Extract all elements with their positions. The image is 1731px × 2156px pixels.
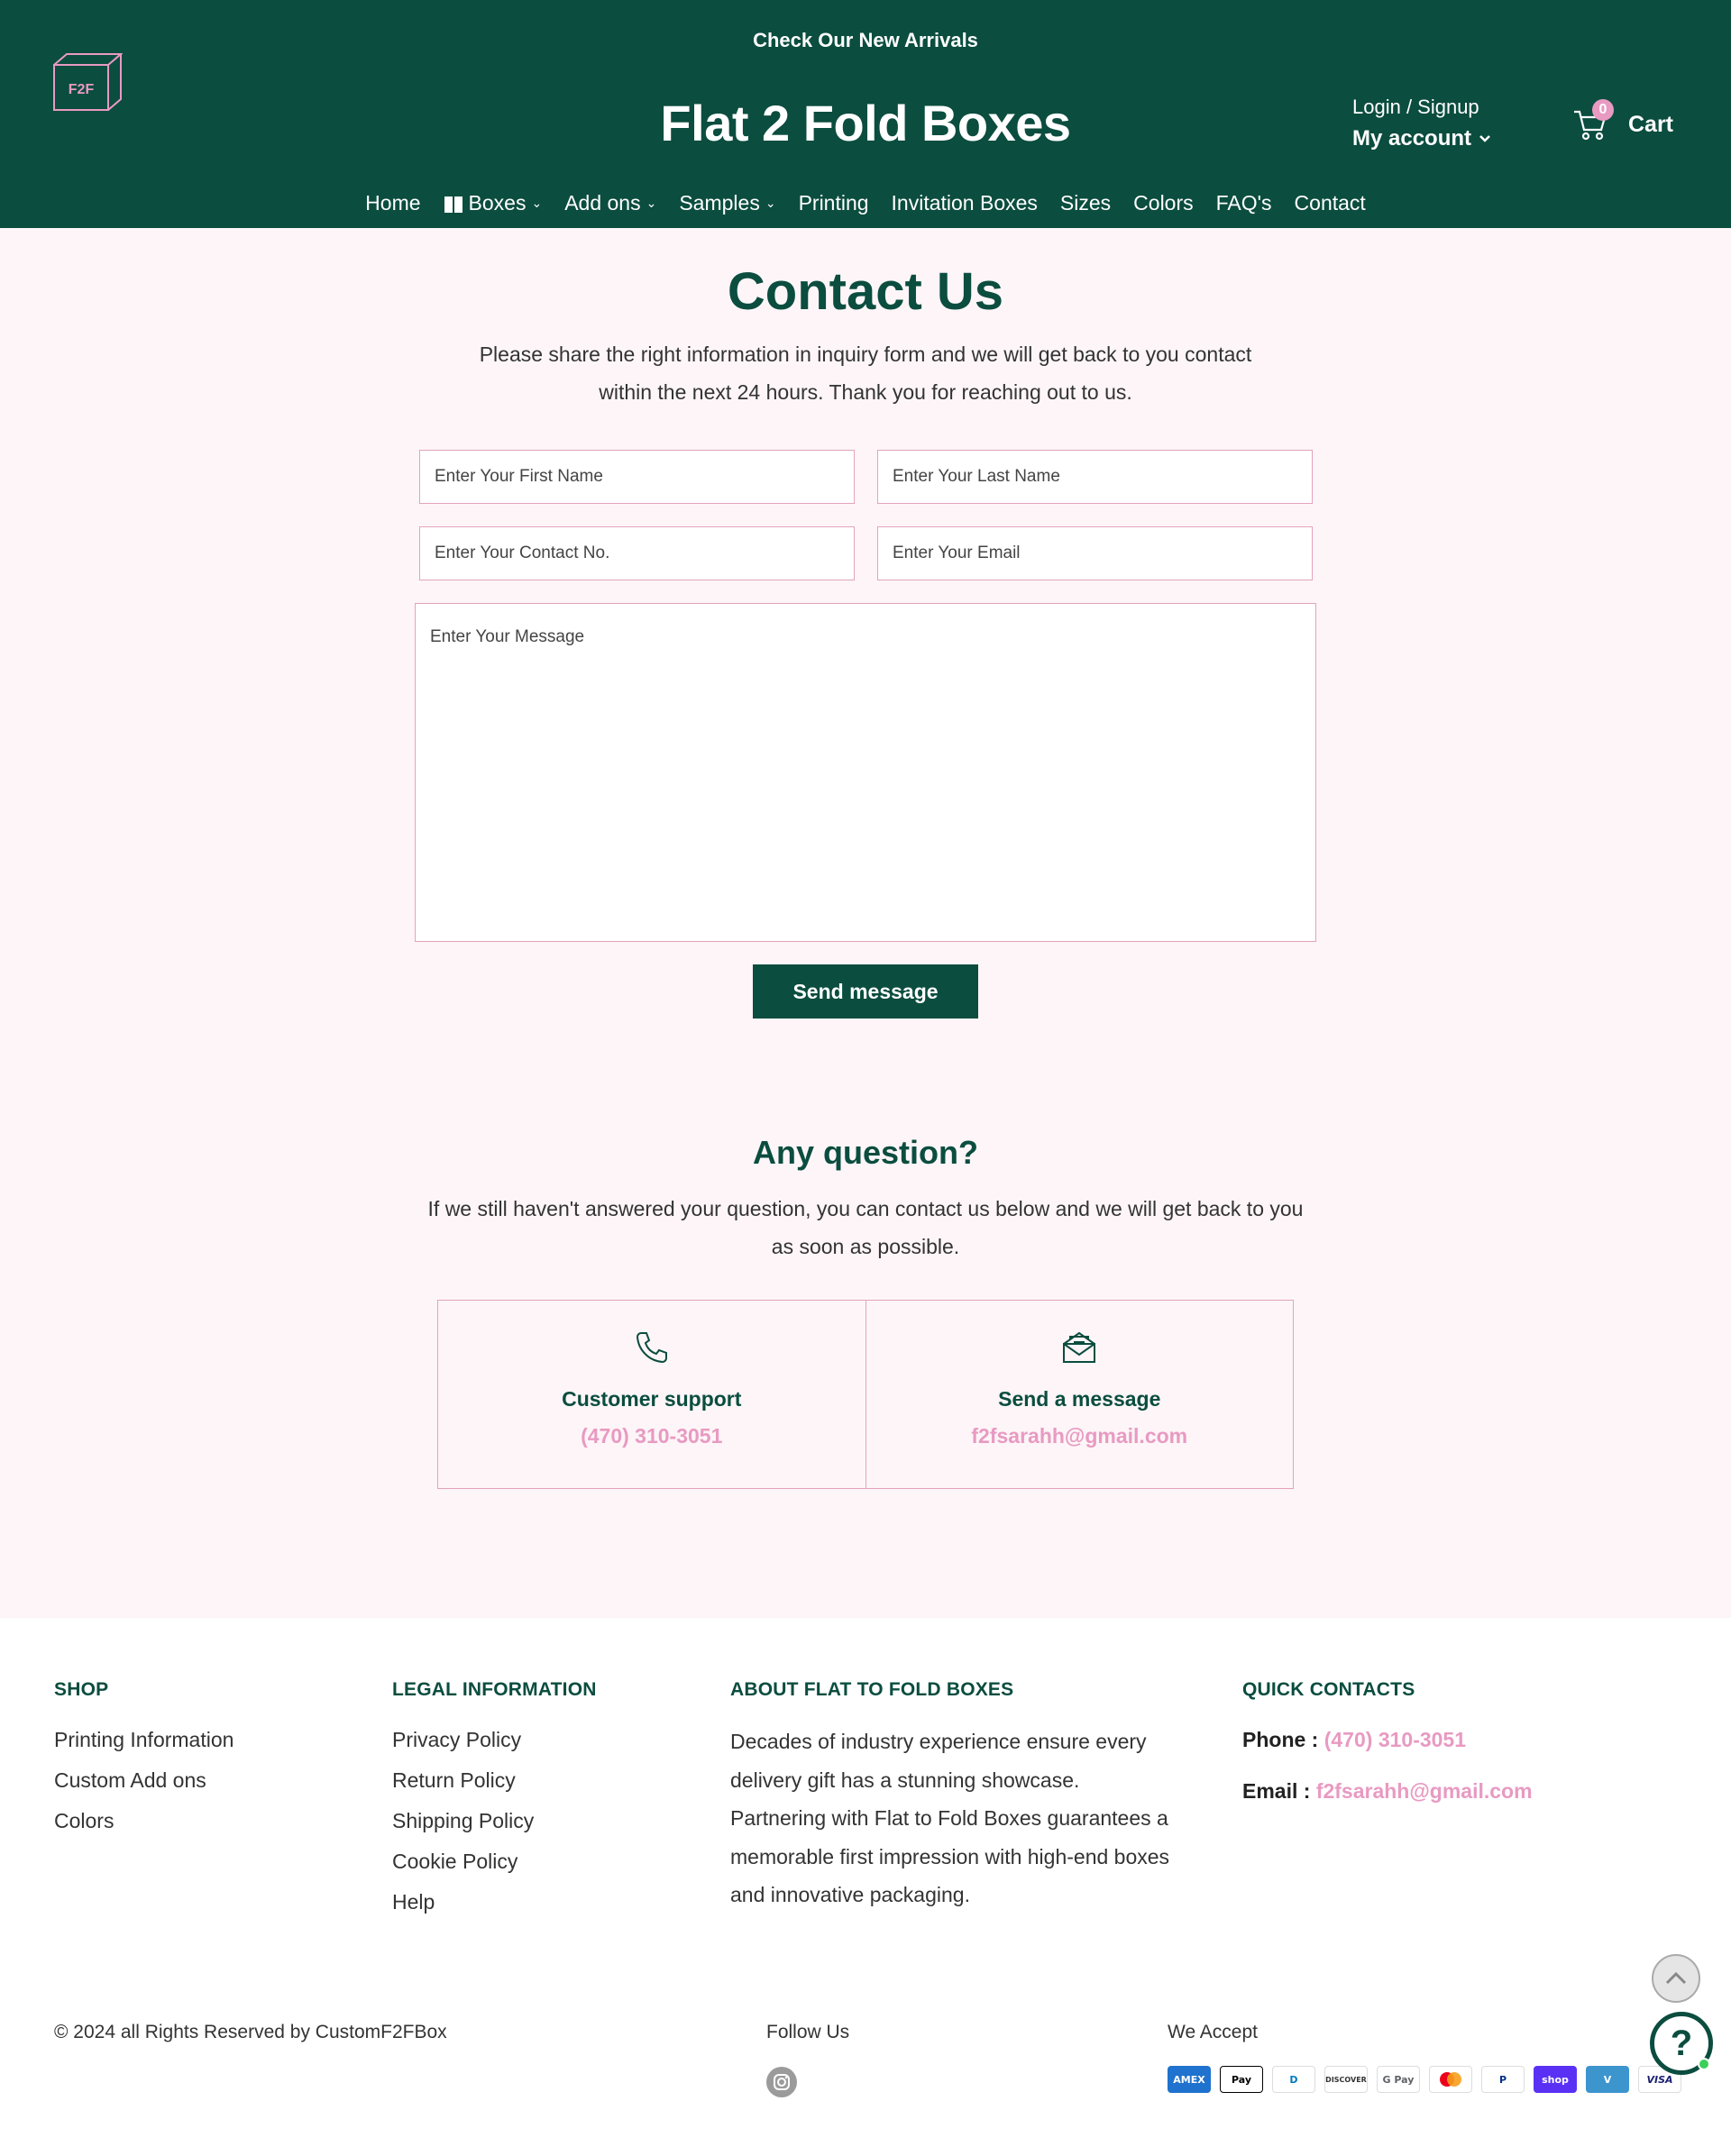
nav-home[interactable]: Home bbox=[354, 191, 432, 215]
envelope-open-icon bbox=[1063, 1331, 1096, 1363]
chevron-down-icon: ⌄ bbox=[531, 196, 543, 210]
site-header: Check Our New Arrivals F2F Flat 2 Fold B… bbox=[0, 0, 1731, 228]
contact-intro: Please share the right information in in… bbox=[479, 343, 1252, 404]
footer-link-help[interactable]: Help bbox=[392, 1890, 597, 1914]
nav-contact[interactable]: Contact bbox=[1283, 191, 1377, 215]
contact-number-field[interactable]: Enter Your Contact No. bbox=[419, 526, 855, 580]
send-message-box: Send a message f2fsarahh@gmail.com bbox=[865, 1301, 1294, 1488]
my-account-dropdown[interactable]: My account bbox=[1352, 126, 1491, 151]
last-name-field[interactable]: Enter Your Last Name bbox=[877, 450, 1313, 504]
mastercard-icon bbox=[1429, 2066, 1472, 2093]
email-field[interactable]: Enter Your Email bbox=[877, 526, 1313, 580]
footer-phone-link[interactable]: (470) 310-3051 bbox=[1324, 1728, 1466, 1751]
follow-us-label: Follow Us bbox=[766, 2022, 850, 2042]
nav-faqs[interactable]: FAQ's bbox=[1204, 191, 1283, 215]
nav-colors[interactable]: Colors bbox=[1122, 191, 1204, 215]
nav-samples[interactable]: Samples ⌄ bbox=[668, 191, 787, 215]
customer-support-box: Customer support (470) 310-3051 bbox=[438, 1301, 866, 1488]
nav-invitation-boxes[interactable]: Invitation Boxes bbox=[880, 191, 1049, 215]
contact-boxes: Customer support (470) 310-3051 Send a m… bbox=[437, 1300, 1294, 1489]
footer-link-return-policy[interactable]: Return Policy bbox=[392, 1768, 597, 1793]
first-name-field[interactable]: Enter Your First Name bbox=[419, 450, 855, 504]
phone-icon bbox=[636, 1332, 667, 1364]
discover-icon: DISCOVER bbox=[1324, 2066, 1368, 2093]
send-message-button[interactable]: Send message bbox=[753, 964, 978, 1019]
cart-label: Cart bbox=[1628, 111, 1674, 137]
gift-box-icon bbox=[444, 196, 463, 213]
any-question-text: If we still haven't answered your questi… bbox=[427, 1197, 1304, 1258]
copyright-text: © 2024 all Rights Reserved by CustomF2FB… bbox=[54, 2022, 447, 2042]
diners-club-icon: D bbox=[1272, 2066, 1315, 2093]
chevron-up-icon bbox=[1665, 1971, 1687, 1985]
footer-email-link[interactable]: f2fsarahh@gmail.com bbox=[1316, 1779, 1533, 1803]
footer-about-text: Decades of industry experience ensure ev… bbox=[730, 1730, 1170, 1906]
venmo-icon: V bbox=[1586, 2066, 1629, 2093]
footer-link-colors[interactable]: Colors bbox=[54, 1809, 234, 1833]
nav-sizes[interactable]: Sizes bbox=[1049, 191, 1122, 215]
footer-shop-heading: SHOP bbox=[54, 1679, 109, 1700]
main-nav: Home Boxes ⌄ Add ons ⌄ Samples ⌄ Printin… bbox=[0, 191, 1731, 215]
footer-link-cookie-policy[interactable]: Cookie Policy bbox=[392, 1850, 597, 1874]
instagram-icon[interactable] bbox=[766, 2067, 797, 2097]
footer-shop-column: SHOP Printing Information Custom Add ons… bbox=[54, 1679, 234, 1850]
footer-about-column: ABOUT FLAT TO FOLD BOXES Decades of indu… bbox=[730, 1679, 1172, 1914]
cart-icon: 0 bbox=[1572, 99, 1614, 142]
footer-email: Email : f2fsarahh@gmail.com bbox=[1242, 1779, 1533, 1804]
chevron-down-icon bbox=[1479, 135, 1490, 142]
cart-count-badge: 0 bbox=[1592, 99, 1614, 121]
announcement-bar[interactable]: Check Our New Arrivals bbox=[0, 29, 1731, 52]
footer-link-printing-information[interactable]: Printing Information bbox=[54, 1728, 234, 1752]
paypal-icon: P bbox=[1481, 2066, 1525, 2093]
site-footer: SHOP Printing Information Custom Add ons… bbox=[0, 1618, 1731, 2156]
help-question-icon[interactable]: ? bbox=[1650, 2012, 1713, 2075]
footer-email-label: Email : bbox=[1242, 1779, 1311, 1803]
nav-boxes[interactable]: Boxes ⌄ bbox=[432, 191, 554, 215]
chevron-down-icon: ⌄ bbox=[765, 196, 776, 210]
footer-about-heading: ABOUT FLAT TO FOLD BOXES bbox=[730, 1679, 1014, 1700]
help-question-mark: ? bbox=[1670, 2023, 1693, 2063]
support-phone-link[interactable]: (470) 310-3051 bbox=[581, 1424, 722, 1448]
nav-add-ons[interactable]: Add ons ⌄ bbox=[554, 191, 668, 215]
message-textarea[interactable]: Enter Your Message bbox=[415, 603, 1316, 942]
footer-phone: Phone : (470) 310-3051 bbox=[1242, 1728, 1533, 1752]
footer-link-shipping-policy[interactable]: Shipping Policy bbox=[392, 1809, 597, 1833]
footer-phone-label: Phone : bbox=[1242, 1728, 1319, 1751]
chevron-down-icon: ⌄ bbox=[646, 196, 657, 210]
footer-link-privacy-policy[interactable]: Privacy Policy bbox=[392, 1728, 597, 1752]
footer-quick-contacts-column: QUICK CONTACTS Phone : (470) 310-3051 Em… bbox=[1242, 1679, 1533, 1831]
customer-support-title: Customer support bbox=[562, 1387, 742, 1411]
login-signup-link[interactable]: Login / Signup bbox=[1352, 96, 1491, 119]
scroll-to-top-button[interactable] bbox=[1652, 1954, 1700, 2003]
contact-email-link[interactable]: f2fsarahh@gmail.com bbox=[971, 1424, 1187, 1448]
footer-legal-heading: LEGAL INFORMATION bbox=[392, 1679, 597, 1700]
nav-printing[interactable]: Printing bbox=[787, 191, 880, 215]
my-account-label: My account bbox=[1352, 126, 1472, 151]
footer-link-custom-add-ons[interactable]: Custom Add ons bbox=[54, 1768, 234, 1793]
payment-methods: AMEX Pay D DISCOVER G Pay P shop V VISA bbox=[1168, 2066, 1681, 2093]
online-status-dot bbox=[1698, 2058, 1710, 2070]
send-message-title: Send a message bbox=[998, 1387, 1161, 1411]
apple-pay-icon: Pay bbox=[1220, 2066, 1263, 2093]
footer-legal-column: LEGAL INFORMATION Privacy Policy Return … bbox=[392, 1679, 597, 1931]
google-pay-icon: G Pay bbox=[1377, 2066, 1420, 2093]
shop-pay-icon: shop bbox=[1534, 2066, 1577, 2093]
we-accept-label: We Accept bbox=[1168, 2022, 1258, 2042]
footer-quick-contacts-heading: QUICK CONTACTS bbox=[1242, 1679, 1415, 1700]
cart-button[interactable]: 0 Cart bbox=[1572, 99, 1674, 142]
any-question-title: Any question? bbox=[753, 1134, 978, 1171]
account-menu: Login / Signup My account bbox=[1352, 96, 1491, 151]
amex-icon: AMEX bbox=[1168, 2066, 1211, 2093]
page-title: Contact Us bbox=[727, 262, 1004, 321]
